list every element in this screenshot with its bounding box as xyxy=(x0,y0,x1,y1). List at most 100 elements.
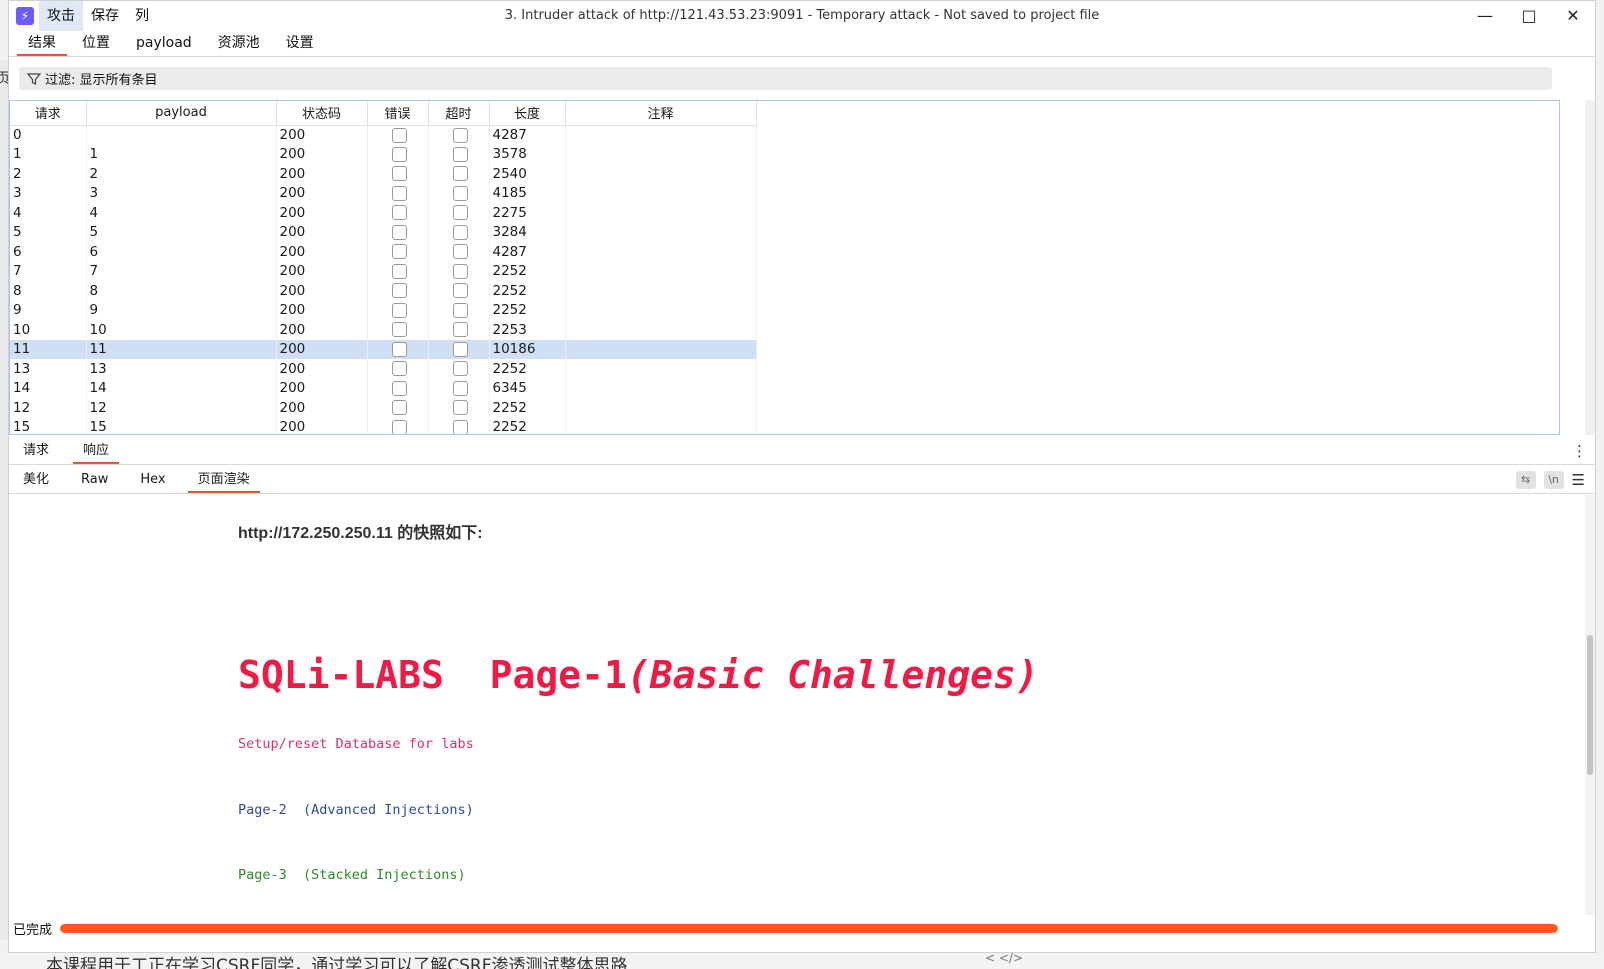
close-icon[interactable]: ✕ xyxy=(1551,1,1595,31)
timeout-checkbox xyxy=(452,146,468,162)
cell-request: 13 xyxy=(10,359,87,379)
cell-length: 2252 xyxy=(489,261,566,281)
newline-icon[interactable]: \n xyxy=(1543,471,1564,489)
cell-length: 4287 xyxy=(489,125,566,145)
tab-request[interactable]: 请求 xyxy=(13,439,59,464)
minimize-icon[interactable]: — xyxy=(1463,1,1507,31)
col-status[interactable]: 状态码 xyxy=(276,101,368,126)
tab-resource-pool[interactable]: 资源池 xyxy=(205,31,273,56)
error-checkbox xyxy=(391,419,407,434)
cell-timeout xyxy=(428,378,490,398)
cell-comment xyxy=(565,203,757,223)
maximize-icon[interactable]: □ xyxy=(1507,1,1551,31)
cell-status: 200 xyxy=(276,281,368,301)
cell-error xyxy=(367,378,429,398)
timeout-checkbox xyxy=(452,166,468,182)
table-row[interactable]: 5 5 200 3284 xyxy=(10,222,757,242)
cell-timeout xyxy=(428,300,490,320)
background-window-text: 本课程用于工正在学习CSRF同学，通过学习可以了解CSRF渗透测试整体思路 < … xyxy=(0,953,1604,969)
col-comment[interactable]: 注释 xyxy=(565,101,757,126)
cell-error xyxy=(367,222,429,242)
tab-hex[interactable]: Hex xyxy=(130,467,175,493)
col-request[interactable]: 请求 xyxy=(10,101,87,126)
cell-error xyxy=(367,242,429,262)
error-checkbox xyxy=(391,244,407,260)
cell-payload: 11 xyxy=(86,339,277,359)
render-scrollbar[interactable] xyxy=(1585,495,1595,915)
menu-save[interactable]: 保存 xyxy=(83,1,127,31)
table-row[interactable]: 6 6 200 4287 xyxy=(10,242,757,262)
cell-length: 2252 xyxy=(489,417,566,434)
table-row[interactable]: 9 9 200 2252 xyxy=(10,300,757,320)
col-timeout[interactable]: 超时 xyxy=(428,101,490,126)
timeout-checkbox xyxy=(452,283,468,299)
table-row[interactable]: 10 10 200 2253 xyxy=(10,320,757,340)
table-row[interactable]: 11 11 200 10186 xyxy=(10,339,757,359)
table-row[interactable]: 15 15 200 2252 xyxy=(10,417,757,434)
timeout-checkbox xyxy=(452,185,468,201)
page3-link[interactable]: Page-3 (Stacked Injections) xyxy=(238,867,466,883)
cell-request: 1 xyxy=(10,144,87,164)
table-row[interactable]: 12 12 200 2252 xyxy=(10,398,757,418)
tab-positions[interactable]: 位置 xyxy=(69,31,123,56)
table-row[interactable]: 2 2 200 2540 xyxy=(10,164,757,184)
col-error[interactable]: 错误 xyxy=(367,101,429,126)
cell-request: 15 xyxy=(10,417,87,434)
table-row[interactable]: 3 3 200 4185 xyxy=(10,183,757,203)
error-checkbox xyxy=(391,283,407,299)
more-options-icon[interactable]: ⋮ xyxy=(1572,443,1587,459)
filter-bar[interactable]: 过滤: 显示所有条目 xyxy=(19,67,1552,90)
cell-timeout xyxy=(428,164,490,184)
table-row[interactable]: 0 200 4287 xyxy=(10,125,757,145)
cell-request: 14 xyxy=(10,378,87,398)
tab-response[interactable]: 响应 xyxy=(73,439,120,464)
cell-payload: 15 xyxy=(86,417,277,434)
tab-render[interactable]: 页面渲染 xyxy=(187,467,260,493)
cell-timeout xyxy=(428,281,490,301)
table-row[interactable]: 1 1 200 3578 xyxy=(10,144,757,164)
table-row[interactable]: 13 13 200 2252 xyxy=(10,359,757,379)
timeout-checkbox xyxy=(452,380,468,396)
cell-comment xyxy=(565,320,757,340)
table-header: 请求 payload 状态码 错误 超时 长度 注释 xyxy=(10,101,757,126)
col-length[interactable]: 长度 xyxy=(489,101,566,126)
response-view-tabs: 美化 Raw Hex 页面渲染 xyxy=(9,467,1595,494)
cell-status: 200 xyxy=(276,125,368,145)
cell-payload xyxy=(86,125,277,145)
menu-attack[interactable]: 攻击 xyxy=(39,1,83,31)
menu-columns[interactable]: 列 xyxy=(127,1,157,31)
wrap-icon[interactable]: ⇆ xyxy=(1515,471,1536,489)
cell-timeout xyxy=(428,339,490,359)
tab-pretty[interactable]: 美化 xyxy=(13,467,59,493)
page2-link[interactable]: Page-2 (Advanced Injections) xyxy=(238,802,474,818)
timeout-checkbox xyxy=(452,341,468,357)
tab-raw[interactable]: Raw xyxy=(71,467,118,493)
cell-comment xyxy=(565,125,757,145)
cell-error xyxy=(367,398,429,418)
col-payload[interactable]: payload xyxy=(86,101,277,126)
table-row[interactable]: 4 4 200 2275 xyxy=(10,203,757,223)
cell-timeout xyxy=(428,144,490,164)
cell-request: 7 xyxy=(10,261,87,281)
scrollbar-thumb[interactable] xyxy=(1587,635,1593,775)
tab-results[interactable]: 结果 xyxy=(15,31,69,56)
cell-payload: 10 xyxy=(86,320,277,340)
error-checkbox xyxy=(391,322,407,338)
tab-settings[interactable]: 设置 xyxy=(273,31,327,56)
tab-payloads[interactable]: payload xyxy=(123,31,205,56)
cell-comment xyxy=(565,144,757,164)
cell-request: 8 xyxy=(10,281,87,301)
table-row[interactable]: 7 7 200 2252 xyxy=(10,261,757,281)
cell-length: 4185 xyxy=(489,183,566,203)
table-row[interactable]: 14 14 200 6345 xyxy=(10,378,757,398)
menu-icon[interactable]: ☰ xyxy=(1572,471,1585,489)
filter-icon xyxy=(27,72,41,85)
cell-timeout xyxy=(428,242,490,262)
table-row[interactable]: 8 8 200 2252 xyxy=(10,281,757,301)
results-scrollbar[interactable] xyxy=(1585,100,1595,435)
setup-db-link[interactable]: Setup/reset Database for labs xyxy=(238,736,474,752)
cell-error xyxy=(367,339,429,359)
cell-request: 0 xyxy=(10,125,87,145)
cell-error xyxy=(367,300,429,320)
cell-error xyxy=(367,203,429,223)
